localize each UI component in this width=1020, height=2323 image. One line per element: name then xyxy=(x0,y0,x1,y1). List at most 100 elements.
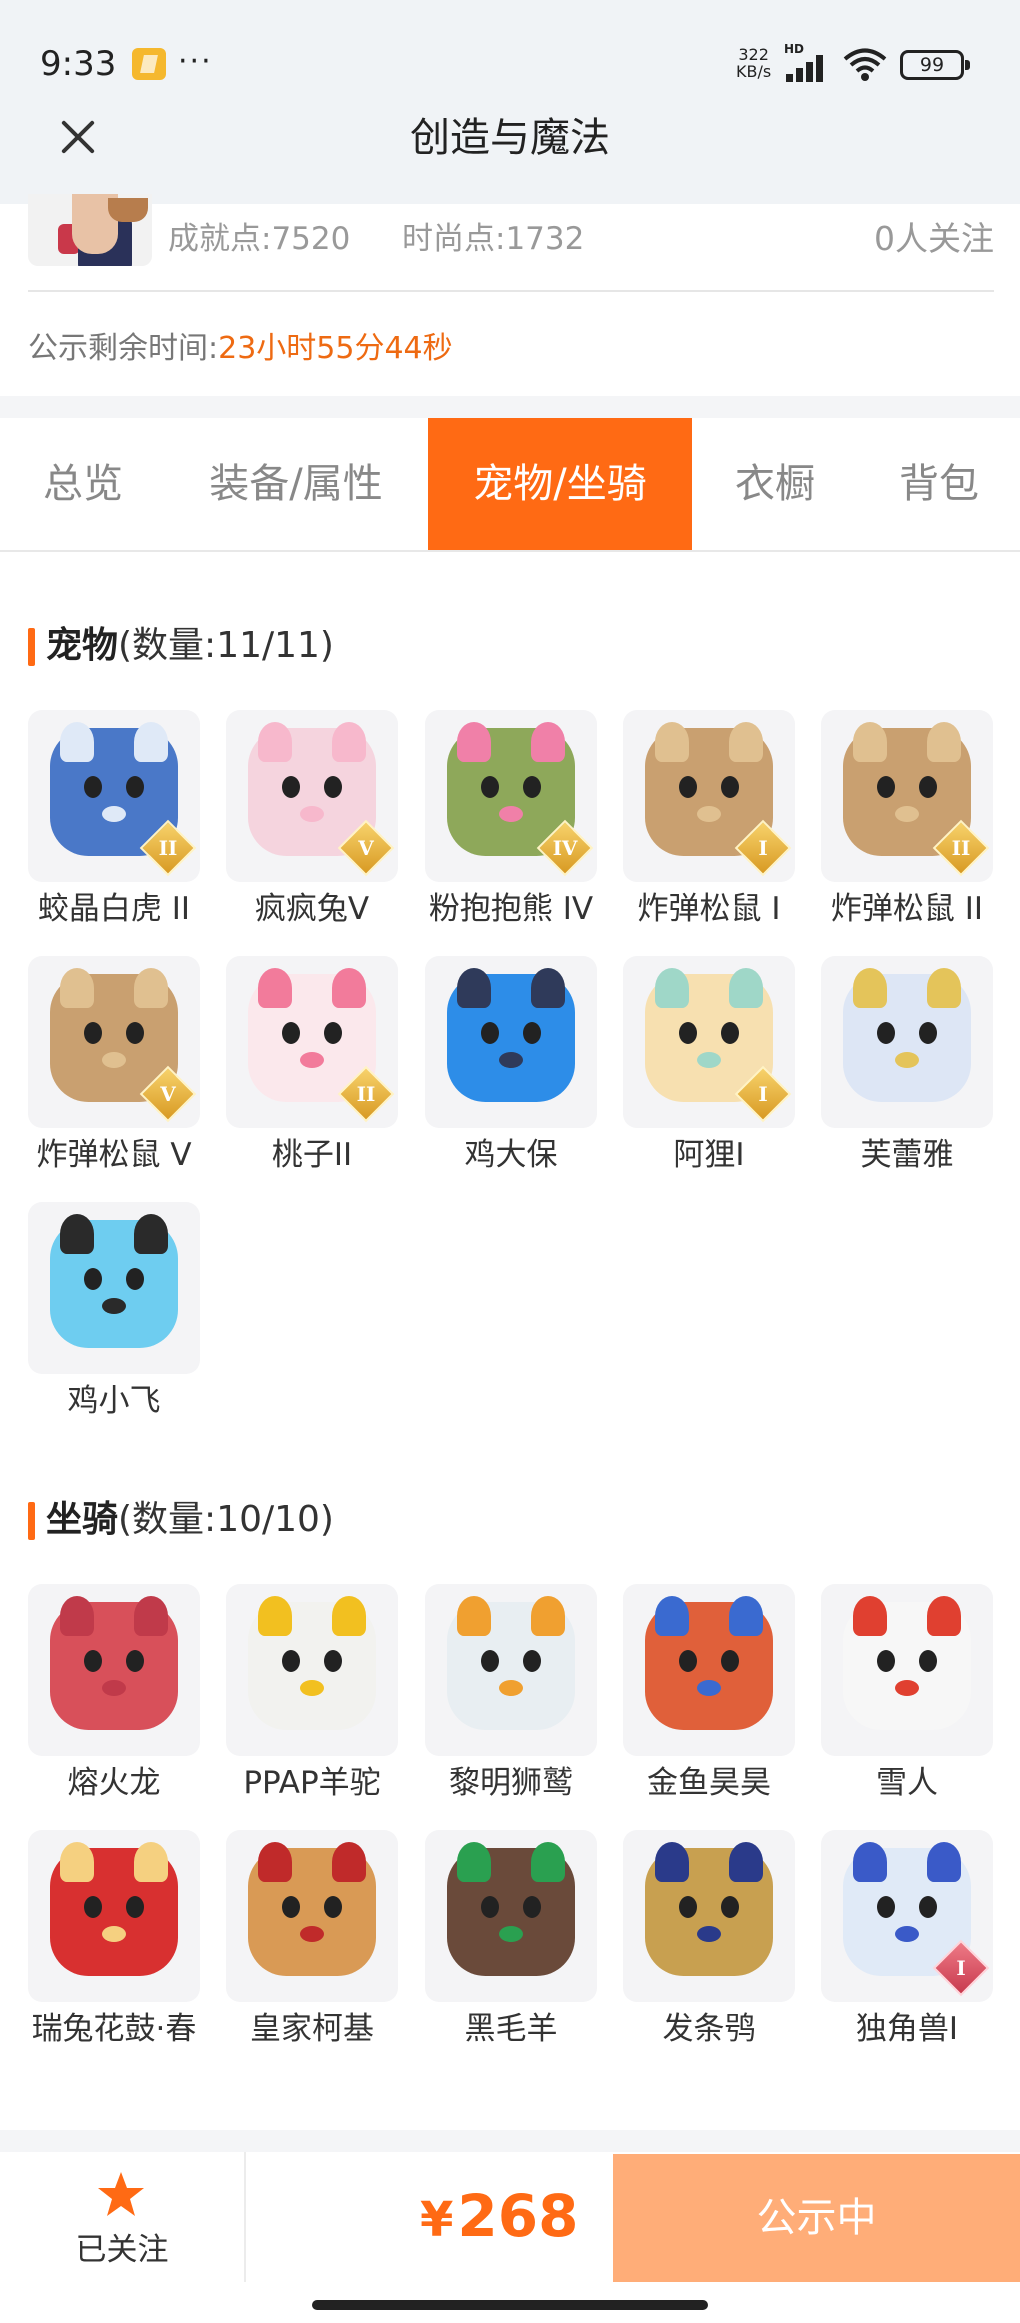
mounts-image xyxy=(226,1830,398,2002)
pets-name: 鸡大保 xyxy=(464,1137,558,1173)
network-speed: 322 KB/s xyxy=(736,46,771,80)
pets-heading: 宠物 xyxy=(46,625,119,666)
pets-item[interactable]: 芙蕾雅 xyxy=(821,956,993,1178)
follower-count: 0人关注 xyxy=(874,219,994,258)
pets-item[interactable]: II 炸弹松鼠 II xyxy=(821,710,993,932)
pets-name: 粉抱抱熊 IV xyxy=(428,891,594,927)
mounts-name: 熔火龙 xyxy=(67,1765,161,1801)
pets-name: 桃子II xyxy=(271,1137,353,1173)
pets-name: 蛟晶白虎 II xyxy=(37,891,191,927)
tier-badge-label: IV xyxy=(552,836,578,860)
bottom-action-bar: 已关注 ¥268 公示中 xyxy=(0,2152,1020,2323)
notification-icon xyxy=(132,48,166,80)
pets-image xyxy=(28,1202,200,1374)
pets-image: II xyxy=(28,710,200,882)
mounts-item[interactable]: 瑞兔花鼓·春 xyxy=(28,1830,200,2052)
mounts-count: (数量:10/10) xyxy=(118,1499,334,1540)
mounts-name: 金鱼昊昊 xyxy=(647,1765,771,1801)
mounts-name: 黎明狮鹫 xyxy=(449,1765,573,1801)
mounts-name: 瑞兔花鼓·春 xyxy=(31,2011,197,2047)
pets-image: I xyxy=(623,956,795,1128)
price: ¥268 xyxy=(420,2176,578,2260)
pets-image: II xyxy=(226,956,398,1128)
mounts-image xyxy=(28,1584,200,1756)
battery-icon: 99 xyxy=(900,50,970,80)
tab-wardrobe[interactable]: 衣橱 xyxy=(692,418,858,550)
mounts-name: 皇家柯基 xyxy=(250,2011,374,2047)
more-notifications-icon: ··· xyxy=(178,44,213,79)
publicity-notice: 公示剩余时间:23小时55分44秒 xyxy=(28,324,453,374)
mounts-image xyxy=(28,1830,200,2002)
pets-count: (数量:11/11) xyxy=(118,625,334,666)
pets-item[interactable]: II 桃子II xyxy=(226,956,398,1178)
mounts-name: 独角兽I xyxy=(855,2011,959,2047)
mounts-item[interactable]: 金鱼昊昊 xyxy=(623,1584,795,1806)
mounts-item[interactable]: PPAP羊驼 xyxy=(226,1584,398,1806)
pets-item[interactable]: V 疯疯兔V xyxy=(226,710,398,932)
tab-backpack[interactable]: 背包 xyxy=(858,418,1020,550)
page-title: 创造与魔法 xyxy=(410,115,610,161)
fashion-points: 时尚点:1732 xyxy=(402,221,585,257)
signal-icon xyxy=(786,52,832,82)
currency-symbol: ¥ xyxy=(420,2192,454,2248)
publicity-status-button[interactable]: 公示中 xyxy=(613,2154,1020,2282)
pets-item[interactable]: 鸡小飞 xyxy=(28,1202,200,1424)
tab-pets-mounts[interactable]: 宠物/坐骑 xyxy=(428,418,692,550)
mounts-item[interactable]: 皇家柯基 xyxy=(226,1830,398,2052)
pets-item[interactable]: 鸡大保 xyxy=(425,956,597,1178)
section-gap xyxy=(0,2130,1020,2152)
tab-equipment[interactable]: 装备/属性 xyxy=(166,418,426,550)
mounts-item[interactable]: 发条鸮 xyxy=(623,1830,795,2052)
pets-image: V xyxy=(226,710,398,882)
pets-item[interactable]: I 阿狸I xyxy=(623,956,795,1178)
mounts-section-title: 坐骑(数量:10/10) xyxy=(28,1492,334,1548)
mounts-image xyxy=(821,1584,993,1756)
mounts-image xyxy=(226,1584,398,1756)
tier-badge-label: V xyxy=(358,836,374,860)
status-time: 9:33 xyxy=(40,44,117,84)
home-indicator[interactable] xyxy=(312,2300,708,2310)
pets-image: V xyxy=(28,956,200,1128)
mounts-image xyxy=(425,1830,597,2002)
tier-badge-label: V xyxy=(160,1082,176,1106)
notice-label: 公示剩余时间: xyxy=(28,331,219,366)
mounts-image: I xyxy=(821,1830,993,2002)
pets-section-title: 宠物(数量:11/11) xyxy=(28,618,334,674)
pets-item[interactable]: V 炸弹松鼠 V xyxy=(28,956,200,1178)
pets-image xyxy=(425,956,597,1128)
mounts-image xyxy=(623,1830,795,2002)
countdown-timer: 23小时55分44秒 xyxy=(218,331,453,366)
mounts-name: 雪人 xyxy=(876,1765,938,1801)
avatar[interactable] xyxy=(28,194,152,266)
pets-name: 炸弹松鼠 V xyxy=(36,1137,192,1173)
mounts-item[interactable]: 雪人 xyxy=(821,1584,993,1806)
network-speed-value: 322 xyxy=(738,45,769,64)
divider xyxy=(244,2152,246,2282)
mounts-heading: 坐骑 xyxy=(46,1499,119,1540)
follow-button[interactable]: 已关注 xyxy=(0,2152,244,2282)
pets-item[interactable]: II 蛟晶白虎 II xyxy=(28,710,200,932)
tier-badge-label: II xyxy=(356,1082,376,1106)
tier-badge-label: I xyxy=(956,1956,966,1980)
mounts-item[interactable]: 黑毛羊 xyxy=(425,1830,597,2052)
pets-name: 炸弹松鼠 I xyxy=(637,891,781,927)
achievement-points: 成就点:7520 xyxy=(168,221,351,257)
tier-badge-label: I xyxy=(758,1082,768,1106)
pets-image xyxy=(821,956,993,1128)
mounts-image xyxy=(623,1584,795,1756)
tab-bar: 总览 装备/属性 宠物/坐骑 衣橱 背包 xyxy=(0,418,1020,552)
mounts-image xyxy=(425,1584,597,1756)
divider xyxy=(28,290,994,292)
pets-item[interactable]: IV 粉抱抱熊 IV xyxy=(425,710,597,932)
mounts-item[interactable]: 黎明狮鹫 xyxy=(425,1584,597,1806)
wifi-icon xyxy=(843,48,887,81)
star-icon xyxy=(98,2172,144,2216)
pets-name: 炸弹松鼠 II xyxy=(830,891,984,927)
pets-name: 芙蕾雅 xyxy=(860,1137,954,1173)
tier-badge-label: II xyxy=(951,836,971,860)
tab-overview[interactable]: 总览 xyxy=(0,418,166,550)
mounts-item[interactable]: I 独角兽I xyxy=(821,1830,993,2052)
pets-item[interactable]: I 炸弹松鼠 I xyxy=(623,710,795,932)
mounts-item[interactable]: 熔火龙 xyxy=(28,1584,200,1806)
tier-badge-label: I xyxy=(758,836,768,860)
